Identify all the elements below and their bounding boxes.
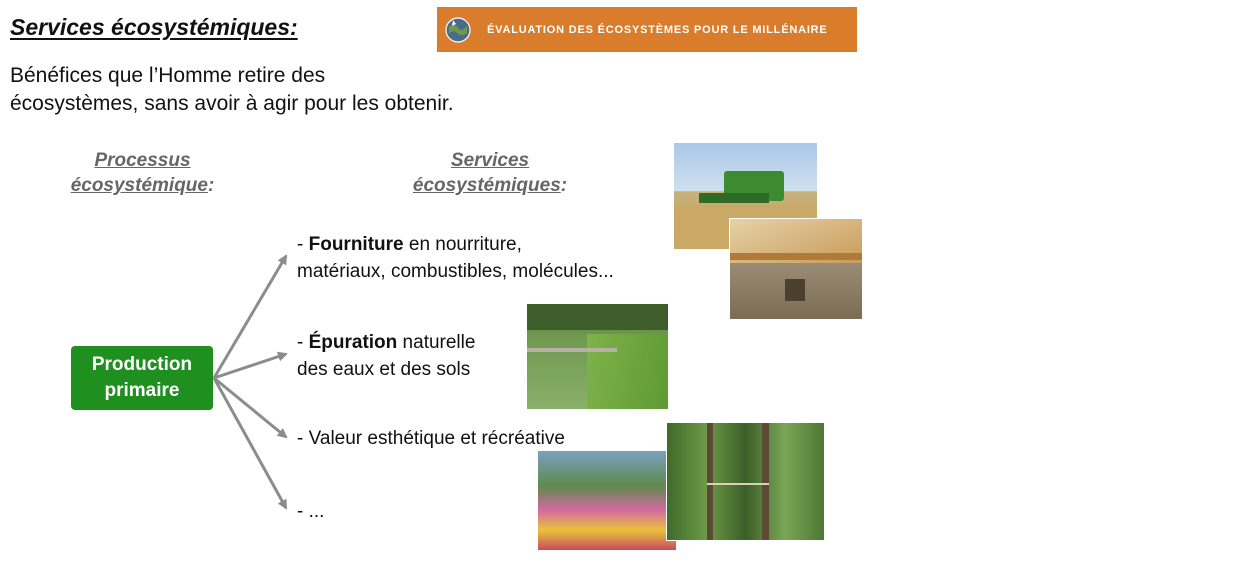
arrow-icon bbox=[213, 376, 288, 439]
service-esthetique: - Valeur esthétique et récréative bbox=[297, 425, 565, 452]
arrow-icon bbox=[212, 377, 288, 510]
service-prefix: - bbox=[297, 332, 309, 353]
process-line-1: Production bbox=[91, 354, 193, 375]
arrow-icon bbox=[212, 254, 288, 379]
process-line-2: primaire bbox=[104, 380, 180, 401]
service-prefix: - bbox=[297, 501, 309, 522]
timber-roof-photo bbox=[729, 218, 863, 320]
reed-bed-photo bbox=[526, 303, 669, 410]
service-bold: Épuration bbox=[308, 332, 398, 353]
service-other: - ... bbox=[297, 498, 324, 525]
service-bold: Fourniture bbox=[308, 234, 404, 255]
service-prefix: - bbox=[297, 428, 309, 449]
service-line2: des eaux et des sols bbox=[297, 359, 471, 380]
service-fourniture: - Fourniture en nourriture, matériaux, c… bbox=[297, 231, 614, 285]
service-epuration: - Épuration naturelle des eaux et des so… bbox=[297, 329, 475, 383]
production-primaire-box: Production primaire bbox=[71, 346, 213, 410]
service-rest: naturelle bbox=[397, 332, 476, 353]
flower-garden-photo bbox=[537, 450, 677, 551]
service-rest: Valeur esthétique et récréative bbox=[308, 428, 565, 449]
service-rest: ... bbox=[308, 501, 325, 522]
service-line2: matériaux, combustibles, molécules... bbox=[297, 261, 614, 282]
service-rest: en nourriture, bbox=[403, 234, 522, 255]
service-prefix: - bbox=[297, 234, 309, 255]
forest-adventure-photo bbox=[666, 422, 825, 541]
